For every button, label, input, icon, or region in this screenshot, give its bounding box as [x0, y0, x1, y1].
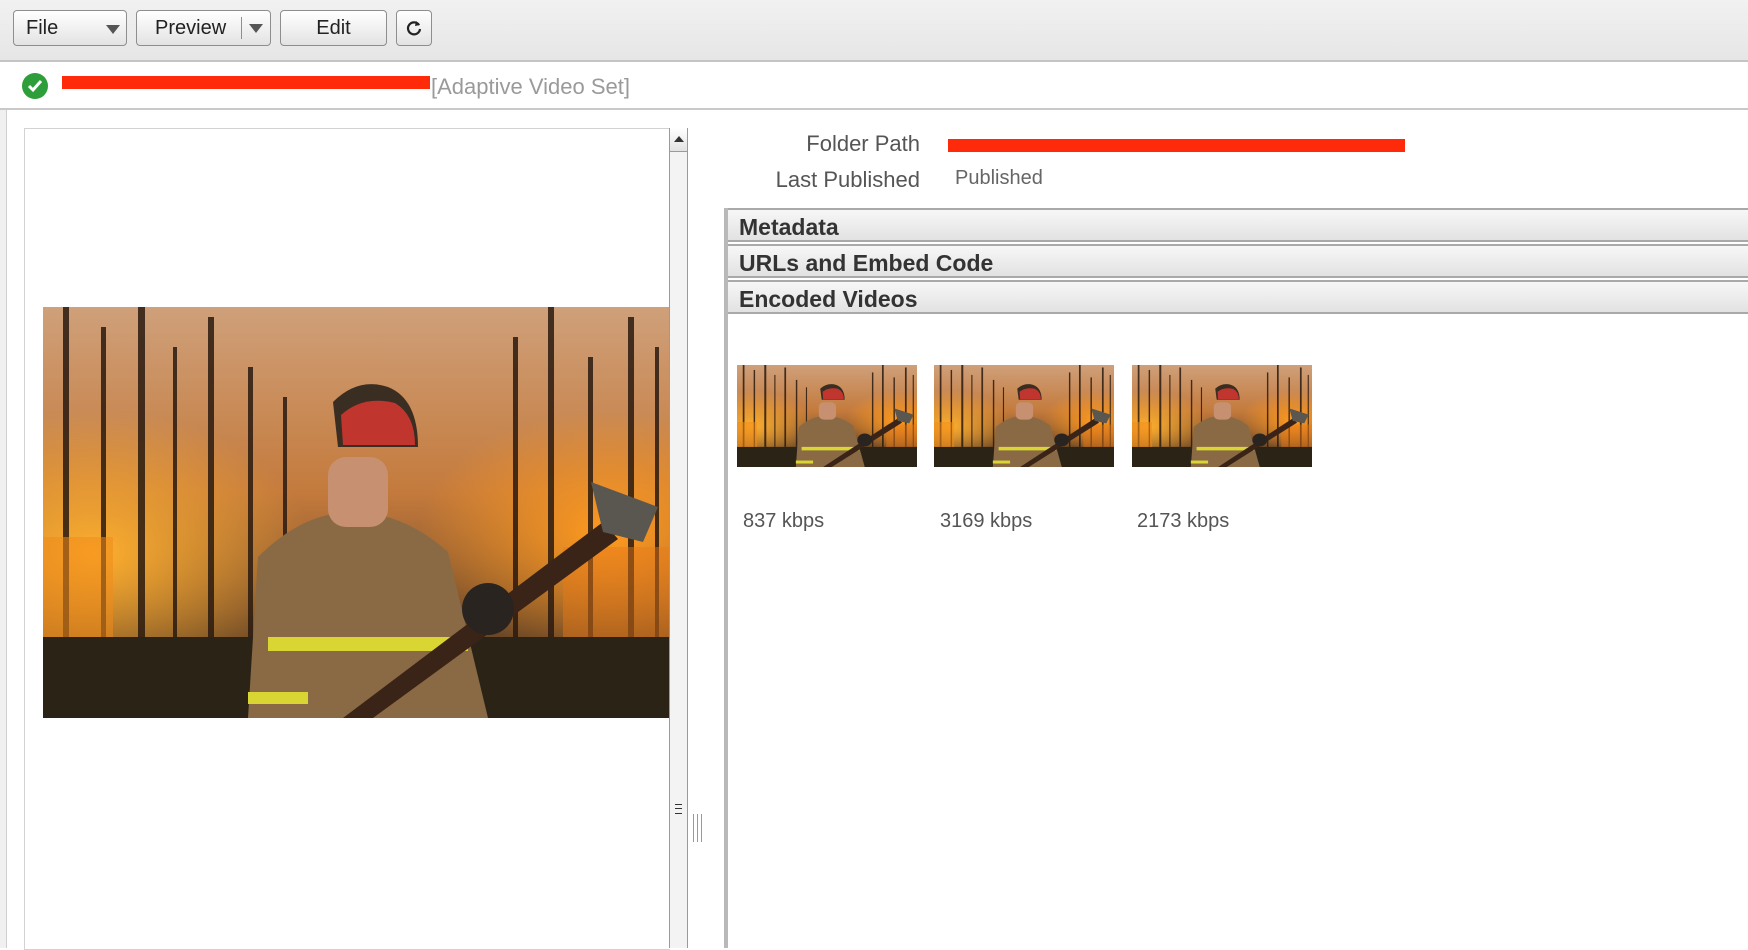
urls-embed-section-header[interactable]: URLs and Embed Code [728, 244, 1748, 278]
check-circle-icon [22, 73, 48, 99]
redacted-asset-name [62, 76, 430, 89]
details-accordion: Metadata URLs and Embed Code Encoded Vid… [724, 208, 1748, 948]
urls-embed-section-label: URLs and Embed Code [739, 250, 994, 276]
encoded-video-thumbnail[interactable] [1132, 365, 1312, 467]
encoded-video-bitrate: 3169 kbps [940, 510, 1033, 532]
toolbar: File Preview Edit [0, 0, 1748, 62]
accordion-left-border [724, 208, 728, 948]
encoded-videos-section-label: Encoded Videos [739, 286, 918, 312]
pane-splitter-handle[interactable] [693, 814, 702, 842]
folder-path-label: Folder Path [806, 131, 920, 156]
split-divider [241, 17, 242, 39]
metadata-section-header[interactable]: Metadata [728, 208, 1748, 242]
encoded-video-thumbnail[interactable] [737, 365, 917, 467]
refresh-button[interactable] [396, 10, 432, 46]
asset-title-bar: [Adaptive Video Set] [0, 62, 1748, 110]
encoded-video-thumbnail[interactable] [934, 365, 1114, 467]
preview-pane [24, 128, 670, 950]
asset-type-label: [Adaptive Video Set] [431, 74, 630, 99]
encoded-video-bitrate: 2173 kbps [1137, 510, 1230, 532]
encoded-videos-section-header[interactable]: Encoded Videos [728, 280, 1748, 314]
redacted-folder-path [948, 139, 1405, 152]
left-edge [0, 110, 7, 948]
edit-button[interactable]: Edit [280, 10, 387, 46]
scroll-grip-icon[interactable] [675, 804, 682, 814]
chevron-down-icon[interactable] [249, 24, 263, 33]
preview-scrollbar[interactable] [669, 128, 688, 948]
refresh-icon [406, 21, 422, 36]
metadata-section-label: Metadata [739, 214, 839, 240]
last-published-value: Published [955, 167, 1043, 189]
last-published-label: Last Published [775, 167, 920, 192]
edit-label: Edit [316, 16, 351, 39]
scroll-up-arrow-icon[interactable] [670, 128, 687, 152]
encoded-video-bitrate: 837 kbps [743, 510, 825, 532]
video-preview-image [43, 307, 670, 718]
file-menu-label: File [26, 16, 59, 39]
preview-label: Preview [155, 16, 227, 39]
preview-button[interactable]: Preview [136, 10, 271, 46]
chevron-down-icon [106, 25, 120, 34]
file-menu-button[interactable]: File [13, 10, 127, 46]
